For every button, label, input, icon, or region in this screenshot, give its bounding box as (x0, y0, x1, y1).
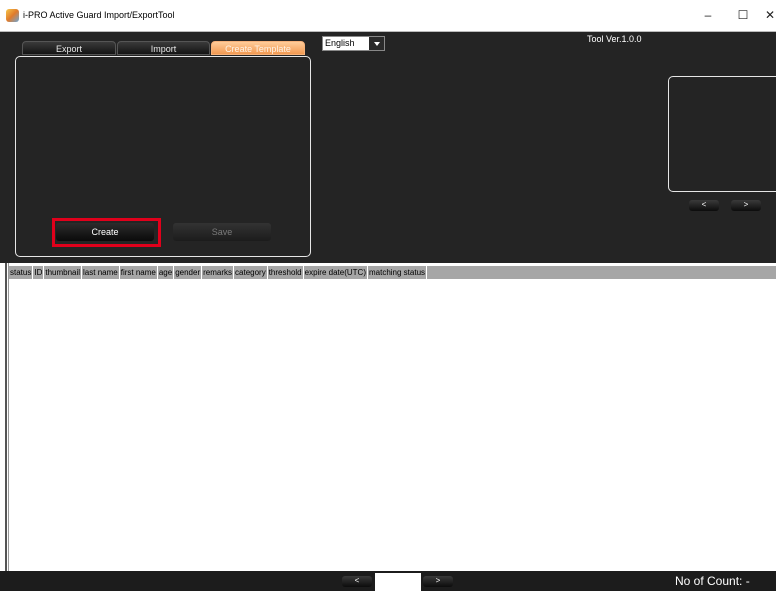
grid-left-border (5, 263, 7, 571)
column-header[interactable]: first name (119, 266, 158, 279)
record-count: No of Count: - (675, 574, 750, 588)
save-button[interactable]: Save (173, 223, 271, 241)
data-grid[interactable]: status ID thumbnail last name first name… (8, 263, 776, 571)
app-icon (6, 9, 19, 22)
column-header[interactable]: age (157, 266, 175, 279)
version-label: Tool Ver.1.0.0 (587, 34, 642, 44)
page-next-button[interactable]: > (423, 576, 453, 587)
preview-prev-button[interactable]: < (689, 200, 719, 211)
column-header[interactable]: last name (82, 266, 120, 279)
maximize-button[interactable]: ☐ (733, 6, 753, 24)
tab-export[interactable]: Export (22, 41, 116, 55)
control-area: Export Import Create Template Create Sav… (0, 31, 776, 263)
grid-header: status ID thumbnail last name first name… (9, 266, 776, 279)
column-header[interactable]: category (234, 266, 268, 279)
column-header[interactable]: matching status (367, 266, 428, 279)
column-header[interactable]: ID (33, 266, 45, 279)
preview-next-button[interactable]: > (731, 200, 761, 211)
header-filler (427, 266, 776, 279)
column-header[interactable]: expire date(UTC) (303, 266, 368, 279)
language-select[interactable]: English (322, 36, 385, 51)
column-header[interactable]: status (9, 266, 34, 279)
minimize-button[interactable]: – (698, 6, 718, 24)
dropdown-arrow-icon[interactable] (369, 37, 384, 50)
tab-create-template[interactable]: Create Template (211, 41, 305, 55)
window-title: i-PRO Active Guard Import/ExportTool (23, 10, 175, 20)
language-value: English (325, 38, 355, 48)
column-header[interactable]: thumbnail (44, 266, 83, 279)
thumbnail-preview (668, 76, 776, 192)
page-number-field[interactable] (375, 573, 421, 591)
create-button-highlight (52, 218, 161, 247)
close-button[interactable]: ✕ (760, 6, 776, 24)
column-header[interactable]: threshold (267, 266, 304, 279)
column-header[interactable]: remarks (202, 266, 235, 279)
footer-bar: < > No of Count: - (0, 571, 776, 591)
column-header[interactable]: gender (174, 266, 203, 279)
page-prev-button[interactable]: < (342, 576, 372, 587)
tab-import[interactable]: Import (117, 41, 210, 55)
title-bar: i-PRO Active Guard Import/ExportTool – ☐… (0, 0, 776, 31)
